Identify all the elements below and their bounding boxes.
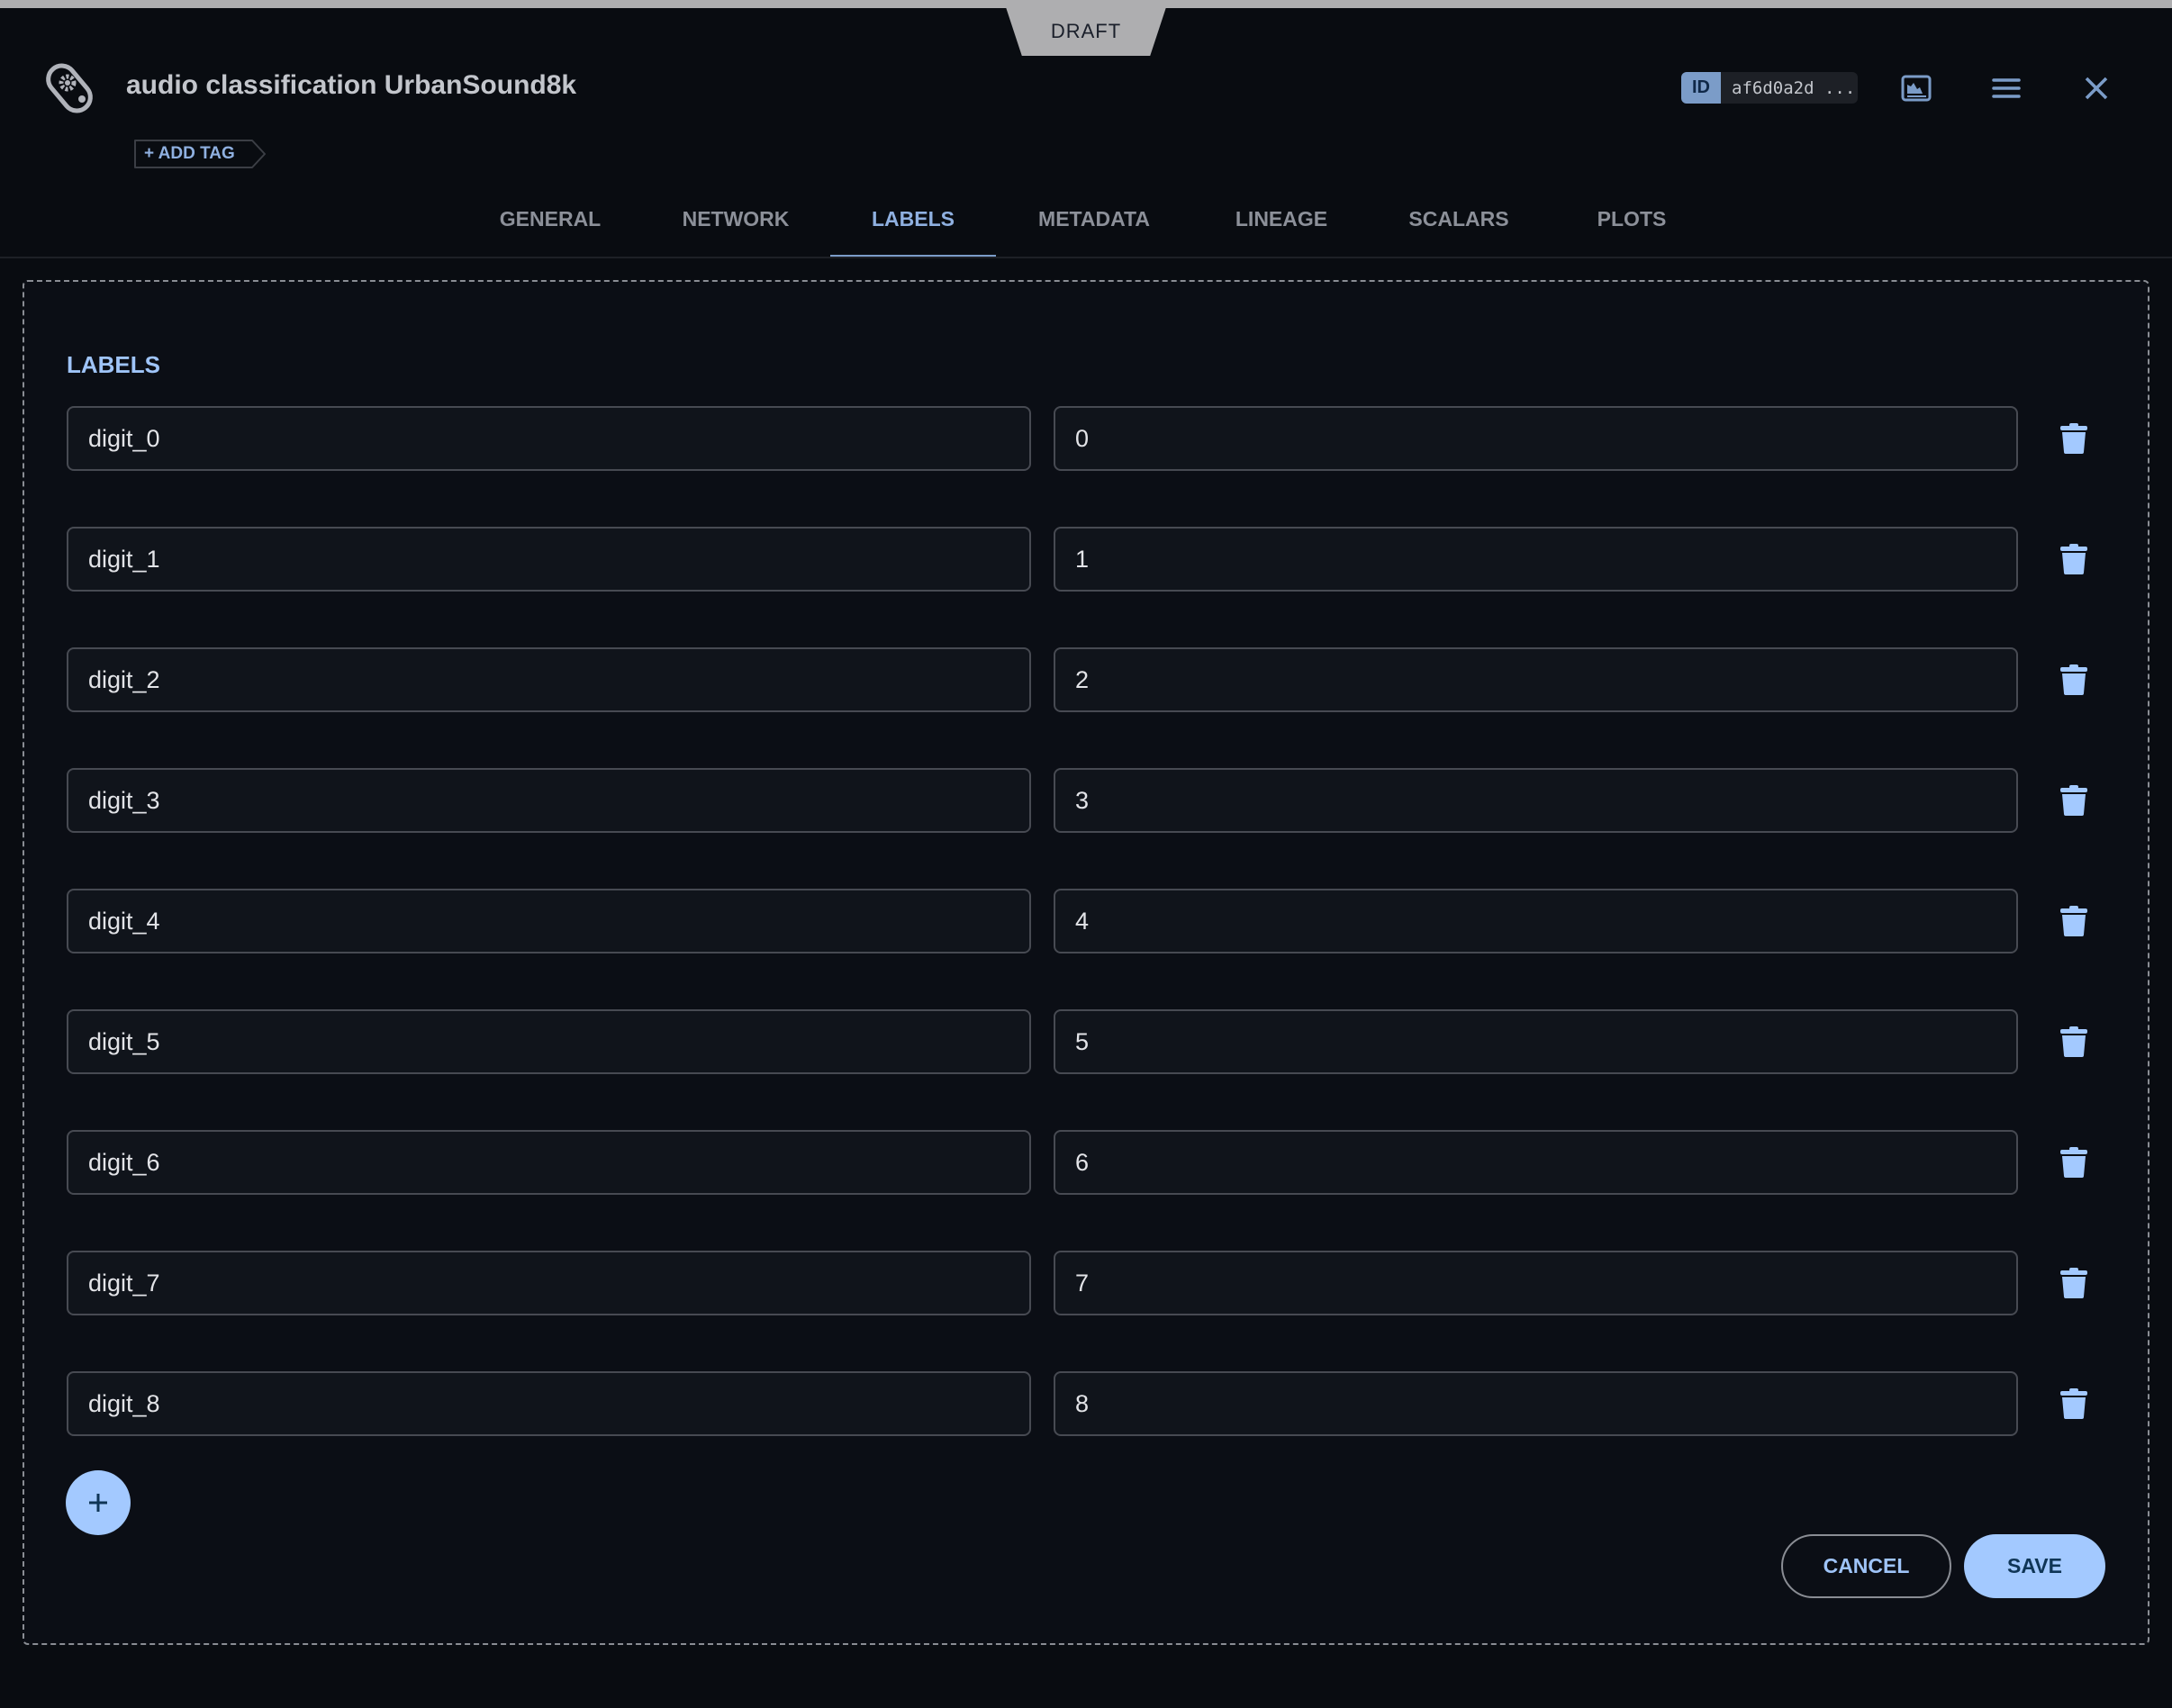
label-value-input[interactable] [1054,1009,2018,1074]
delete-row-icon[interactable] [2059,1026,2088,1058]
delete-row-icon[interactable] [2059,1146,2088,1179]
label-value-input[interactable] [1054,889,2018,953]
image-icon[interactable] [1900,72,1932,104]
draft-badge: DRAFT [1006,7,1166,56]
label-name-input[interactable] [67,889,1031,953]
delete-row-icon[interactable] [2059,543,2088,575]
plus-icon [89,1494,107,1512]
tab-divider [0,257,2172,258]
label-name-input[interactable] [67,1371,1031,1436]
save-button[interactable]: SAVE [1964,1534,2105,1598]
tab-plots[interactable]: PLOTS [1556,180,1708,258]
label-name-input[interactable] [67,647,1031,712]
delete-row-icon[interactable] [2059,1267,2088,1299]
status-strip [0,0,2172,8]
label-row [67,527,2111,592]
experiment-icon [46,63,93,113]
experiment-title[interactable]: audio classification UrbanSound8k [126,70,576,101]
tab-scalars[interactable]: SCALARS [1367,180,1550,258]
delete-row-icon[interactable] [2059,1387,2088,1420]
id-label: ID [1681,72,1721,104]
label-value-input[interactable] [1054,1130,2018,1195]
id-value: af6d0a2d ... [1721,72,1858,104]
label-row [67,406,2111,471]
delete-row-icon[interactable] [2059,905,2088,937]
label-value-input[interactable] [1054,1251,2018,1315]
add-tag-button[interactable]: + ADD TAG [133,139,267,169]
tab-bar: GENERAL NETWORK LABELS METADATA LINEAGE … [0,180,2172,258]
label-row [67,1130,2111,1195]
label-name-input[interactable] [67,1251,1031,1315]
label-value-input[interactable] [1054,647,2018,712]
labels-section-title: LABELS [67,351,160,378]
delete-row-icon[interactable] [2059,664,2088,696]
labels-panel [23,280,2149,1645]
label-row [67,647,2111,712]
label-name-input[interactable] [67,1130,1031,1195]
label-name-input[interactable] [67,406,1031,471]
label-name-input[interactable] [67,527,1031,592]
label-value-input[interactable] [1054,768,2018,833]
label-value-input[interactable] [1054,406,2018,471]
cancel-button[interactable]: CANCEL [1781,1534,1951,1598]
delete-row-icon[interactable] [2059,784,2088,817]
add-label-button[interactable] [66,1470,131,1535]
label-row [67,1371,2111,1436]
label-value-input[interactable] [1054,1371,2018,1436]
tab-network[interactable]: NETWORK [641,180,831,258]
label-row [67,889,2111,953]
label-row [67,1251,2111,1315]
menu-icon[interactable] [1990,72,2023,104]
add-tag-label: ADD TAG [158,144,235,163]
close-icon[interactable] [2080,72,2113,104]
plus-icon: + [144,144,158,163]
label-row [67,768,2111,833]
label-name-input[interactable] [67,1009,1031,1074]
delete-row-icon[interactable] [2059,422,2088,455]
tab-lineage[interactable]: LINEAGE [1194,180,1369,258]
id-copy-badge[interactable]: ID af6d0a2d ... [1681,72,1858,104]
tab-general[interactable]: GENERAL [458,180,642,258]
tab-labels[interactable]: LABELS [830,180,996,258]
label-row [67,1009,2111,1074]
tab-metadata[interactable]: METADATA [997,180,1191,258]
label-name-input[interactable] [67,768,1031,833]
label-value-input[interactable] [1054,527,2018,592]
